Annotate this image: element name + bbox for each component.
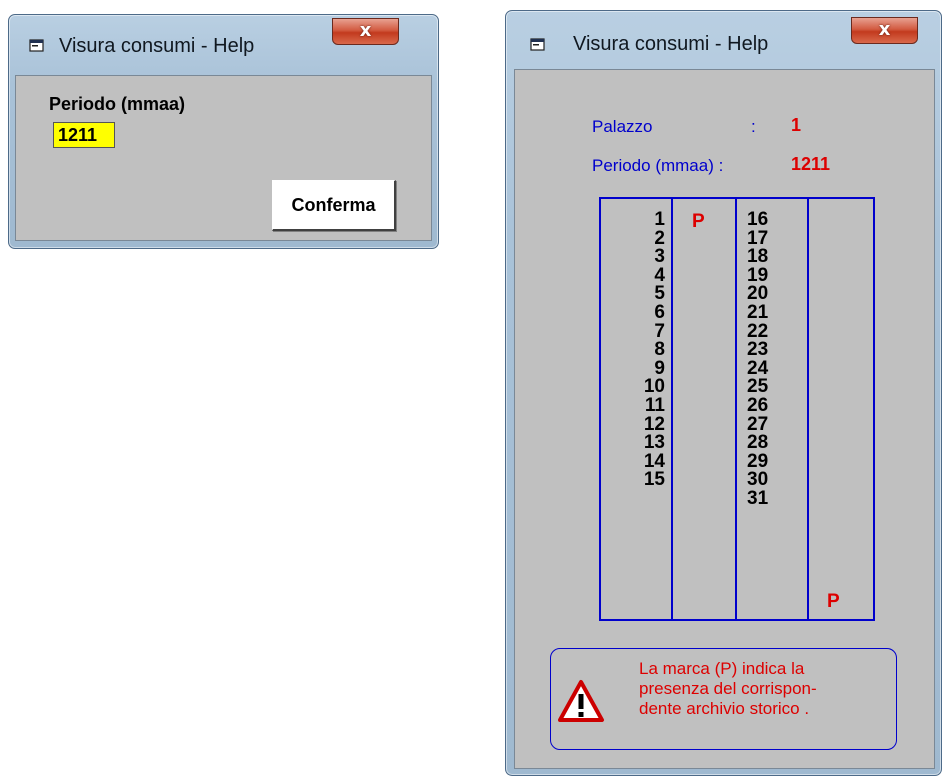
days-column-right: 16 17 18 19 20 21 22 23 24 25 26 27 28 29 30 31 (747, 209, 769, 509)
left-day: 8 (654, 339, 665, 361)
dialog-body: Periodo (mmaa) 1211 Conferma (15, 75, 432, 241)
palazzo-separator: : (751, 117, 756, 136)
consumption-help-window: Visura consumi - Help x Palazzo : 1 Peri… (505, 10, 942, 776)
palazzo-value: 1 (791, 115, 802, 135)
close-button[interactable]: x (851, 17, 918, 44)
archive-mark-day-31: P (827, 591, 840, 612)
right-day: 28 (747, 432, 769, 454)
notice-text: La marca (P) indica la presenza del corr… (639, 659, 889, 719)
period-label: Periodo (mmaa) (49, 94, 186, 114)
notice-line: La marca (P) indica la (639, 659, 805, 678)
right-day: 18 (747, 246, 769, 268)
right-day: 16 (747, 209, 769, 230)
grid-divider (671, 199, 673, 619)
title-bar[interactable]: Visura consumi - Help x (506, 11, 941, 69)
archive-mark-day-1: P (692, 211, 705, 232)
grid-divider (807, 199, 809, 619)
close-icon: x (359, 20, 372, 41)
window-title: Visura consumi - Help (573, 33, 769, 55)
period-label: Periodo (mmaa) : (592, 156, 724, 175)
notice-box: La marca (P) indica la presenza del corr… (550, 648, 897, 750)
left-day: 13 (643, 432, 665, 454)
grid-divider (735, 199, 737, 619)
notice-line: dente archivio storico . (639, 699, 810, 718)
close-icon: x (878, 19, 891, 40)
days-column-left: 1 2 3 4 5 6 7 8 9 10 11 12 13 14 15 (643, 209, 665, 491)
period-value: 1211 (791, 154, 831, 174)
window-app-icon (530, 38, 545, 51)
left-day: 15 (643, 469, 665, 491)
notice-line: presenza del corrispon- (639, 679, 817, 698)
right-day: 26 (747, 394, 769, 416)
right-day: 31 (747, 487, 769, 509)
period-input[interactable]: 1211 (53, 122, 115, 148)
left-day: 6 (654, 301, 665, 323)
palazzo-label: Palazzo (592, 117, 653, 136)
window-app-icon (29, 39, 44, 52)
confirm-button[interactable]: Conferma (272, 180, 396, 231)
left-day: 3 (654, 246, 665, 268)
right-day: 23 (747, 339, 769, 361)
help-body: Palazzo : 1 Periodo (mmaa) : 1211 123456… (514, 69, 935, 769)
title-bar[interactable]: Visura consumi - Help x (9, 15, 438, 75)
archive-day-grid: 1 2 3 4 5 6 7 8 9 10 11 12 13 14 15 16 17 18 19 20 21 22 23 24… (599, 197, 875, 621)
window-title: Visura consumi - Help (59, 35, 255, 57)
right-day: 21 (747, 301, 769, 323)
close-button[interactable]: x (332, 18, 399, 45)
warning-triangle-icon (558, 680, 604, 722)
left-day: 1 (654, 209, 665, 230)
period-dialog-window: Visura consumi - Help x Periodo (mmaa) 1… (8, 14, 439, 249)
left-day: 11 (644, 394, 665, 416)
